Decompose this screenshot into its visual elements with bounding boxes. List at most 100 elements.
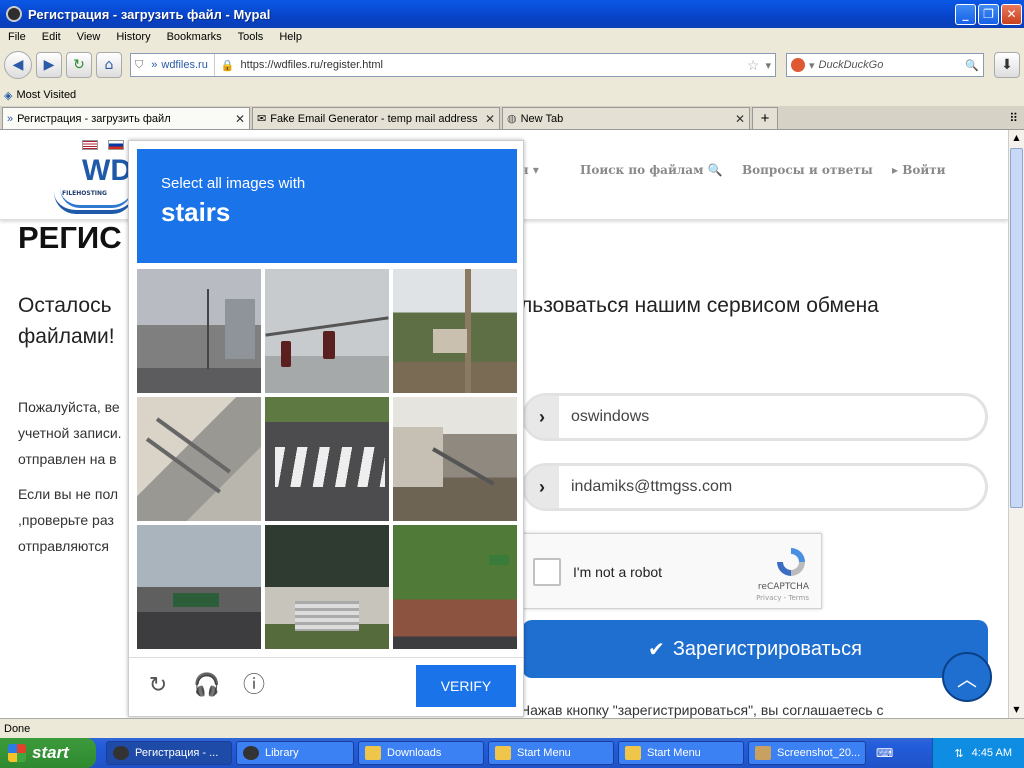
logo-text: WD xyxy=(82,154,132,187)
tab-label: New Tab xyxy=(520,112,564,125)
chevron-right-icon: › xyxy=(525,396,559,438)
downloads-button[interactable]: ⬇ xyxy=(994,52,1020,78)
search-engine-dropdown-icon[interactable]: ▾ xyxy=(809,59,815,72)
back-arrow-icon: ◀ xyxy=(12,57,24,73)
mypal-icon xyxy=(243,746,259,760)
recaptcha-links[interactable]: Privacy - Terms xyxy=(756,594,809,602)
menu-view[interactable]: View xyxy=(69,31,109,43)
taskbar-item-library[interactable]: Library xyxy=(236,741,354,765)
reload-icon: ↻ xyxy=(73,57,85,73)
duckduckgo-icon xyxy=(791,58,805,72)
site-identity-label: wdfiles.ru xyxy=(161,59,208,71)
challenge-tile-5[interactable] xyxy=(265,397,389,521)
home-icon: ⌂ xyxy=(104,57,114,73)
url-dropdown-icon[interactable]: ▾ xyxy=(765,59,771,72)
restore-button[interactable]: ❐ xyxy=(978,3,999,25)
recaptcha-label: I'm not a robot xyxy=(573,564,663,580)
menu-file[interactable]: File xyxy=(0,31,34,43)
tab-list-icon[interactable]: ⠿ xyxy=(1009,107,1018,129)
taskbar-item-start-menu-1[interactable]: Start Menu xyxy=(488,741,614,765)
search-icon[interactable]: 🔍 xyxy=(965,59,979,72)
download-arrow-icon: ⬇ xyxy=(1001,57,1013,73)
site-favicon-icon: » xyxy=(151,59,158,71)
taskbar-item-browser[interactable]: Регистрация - ... xyxy=(106,741,232,765)
tab-register[interactable]: » Регистрация - загрузить файл ✕ xyxy=(2,107,250,129)
envelope-icon: ✉ xyxy=(257,113,267,125)
tab-favicon-icon: » xyxy=(7,112,14,125)
mypal-icon xyxy=(113,746,129,760)
nav-item-file-search[interactable]: Поиск по файлам 🔍 xyxy=(580,163,723,177)
paint-icon xyxy=(755,746,771,760)
forward-button[interactable]: ▶ xyxy=(36,52,62,78)
keyboard-icon[interactable]: ⌨ xyxy=(876,746,893,760)
start-label: start xyxy=(32,743,69,762)
scroll-up-arrow-icon[interactable]: ▲ xyxy=(1009,130,1024,146)
minimize-button[interactable]: _ xyxy=(955,3,976,25)
chevron-right-icon: › xyxy=(525,466,559,508)
address-bar[interactable]: ⛉ » wdfiles.ru 🔒 https://wdfiles.ru/regi… xyxy=(130,53,776,77)
recaptcha-checkbox[interactable] xyxy=(533,558,561,586)
email-field[interactable]: › indamiks@ttmgss.com xyxy=(522,463,988,511)
chevron-up-icon: ︿ xyxy=(957,666,977,691)
challenge-tile-3[interactable] xyxy=(393,269,517,393)
reload-button[interactable]: ↻ xyxy=(66,52,92,78)
menu-bookmarks[interactable]: Bookmarks xyxy=(159,31,230,43)
bookmark-star-icon[interactable]: ☆ xyxy=(747,57,760,74)
bookmarks-toolbar: ◈ Most Visited xyxy=(0,84,1024,106)
menu-edit[interactable]: Edit xyxy=(34,31,69,43)
most-visited-icon: ◈ xyxy=(4,89,13,102)
captcha-challenge-popup: Select all images with stairs ↻ 🎧 ⓘ VERI… xyxy=(128,140,524,717)
menu-help[interactable]: Help xyxy=(271,31,310,43)
close-button[interactable]: ✕ xyxy=(1001,3,1022,25)
start-button[interactable]: start xyxy=(0,738,96,768)
most-visited-bookmark[interactable]: Most Visited xyxy=(16,89,76,101)
scroll-to-top-button[interactable]: ︿ xyxy=(942,652,992,702)
username-field[interactable]: › oswindows xyxy=(522,393,988,441)
search-bar[interactable]: ▾ DuckDuckGo 🔍 xyxy=(786,53,984,77)
back-button[interactable]: ◀ xyxy=(4,51,32,79)
info-icon[interactable]: ⓘ xyxy=(241,673,267,699)
tab-close-icon[interactable]: ✕ xyxy=(485,112,495,126)
challenge-tile-6[interactable] xyxy=(393,397,517,521)
challenge-tile-4[interactable] xyxy=(137,397,261,521)
new-tab-button[interactable]: + xyxy=(752,107,778,129)
tab-new-tab[interactable]: ◍ New Tab ✕ xyxy=(502,107,750,129)
audio-challenge-icon[interactable]: 🎧 xyxy=(193,673,220,699)
checkmark-icon: ✔ xyxy=(648,638,665,661)
lock-icon: 🔒 xyxy=(220,59,235,72)
window-titlebar: Регистрация - загрузить файл - Mypal _ ❐… xyxy=(0,0,1024,28)
windows-taskbar: start Регистрация - ... Library Download… xyxy=(0,738,1024,768)
challenge-tile-8[interactable] xyxy=(265,525,389,649)
challenge-tile-7[interactable] xyxy=(137,525,261,649)
menu-history[interactable]: History xyxy=(108,31,158,43)
info-paragraph-1: Пожалуйста, ве учетной записи. отправлен… xyxy=(18,399,122,467)
challenge-tile-9[interactable] xyxy=(393,525,517,649)
verify-button[interactable]: VERIFY xyxy=(416,665,516,707)
menu-tools[interactable]: Tools xyxy=(230,31,272,43)
taskbar-item-downloads[interactable]: Downloads xyxy=(358,741,484,765)
nav-item-login[interactable]: ▸ Войти xyxy=(892,163,946,177)
tab-fake-email[interactable]: ✉ Fake Email Generator - temp mail addre… xyxy=(252,107,500,129)
challenge-image-grid xyxy=(137,269,517,649)
taskbar-item-screenshot[interactable]: Screenshot_20... xyxy=(748,741,866,765)
challenge-tile-2[interactable] xyxy=(265,269,389,393)
menu-bar: File Edit View History Bookmarks Tools H… xyxy=(0,28,1024,46)
page-scrollbar[interactable]: ▲ ▼ xyxy=(1008,130,1024,718)
challenge-tile-1[interactable] xyxy=(137,269,261,393)
nav-item-faq[interactable]: Вопросы и ответы xyxy=(742,163,873,177)
globe-icon: ◍ xyxy=(507,113,517,125)
network-icon[interactable]: ⇅ xyxy=(954,747,963,760)
home-button[interactable]: ⌂ xyxy=(96,52,122,78)
clock[interactable]: 4:45 AM xyxy=(972,747,1012,759)
site-identity[interactable]: » wdfiles.ru xyxy=(147,54,215,76)
scrollbar-thumb[interactable] xyxy=(1010,148,1023,508)
status-text: Done xyxy=(4,722,31,735)
tab-close-icon[interactable]: ✕ xyxy=(235,112,245,126)
reload-challenge-icon[interactable]: ↻ xyxy=(145,673,171,699)
register-button[interactable]: ✔ Зарегистрироваться xyxy=(522,620,988,678)
scroll-down-arrow-icon[interactable]: ▼ xyxy=(1009,702,1024,718)
url-text[interactable]: https://wdfiles.ru/register.html xyxy=(241,59,747,71)
recaptcha-widget: I'm not a robot reCAPTCHA Privacy - Term… xyxy=(518,533,822,609)
tab-close-icon[interactable]: ✕ xyxy=(735,112,745,126)
taskbar-item-start-menu-2[interactable]: Start Menu xyxy=(618,741,744,765)
